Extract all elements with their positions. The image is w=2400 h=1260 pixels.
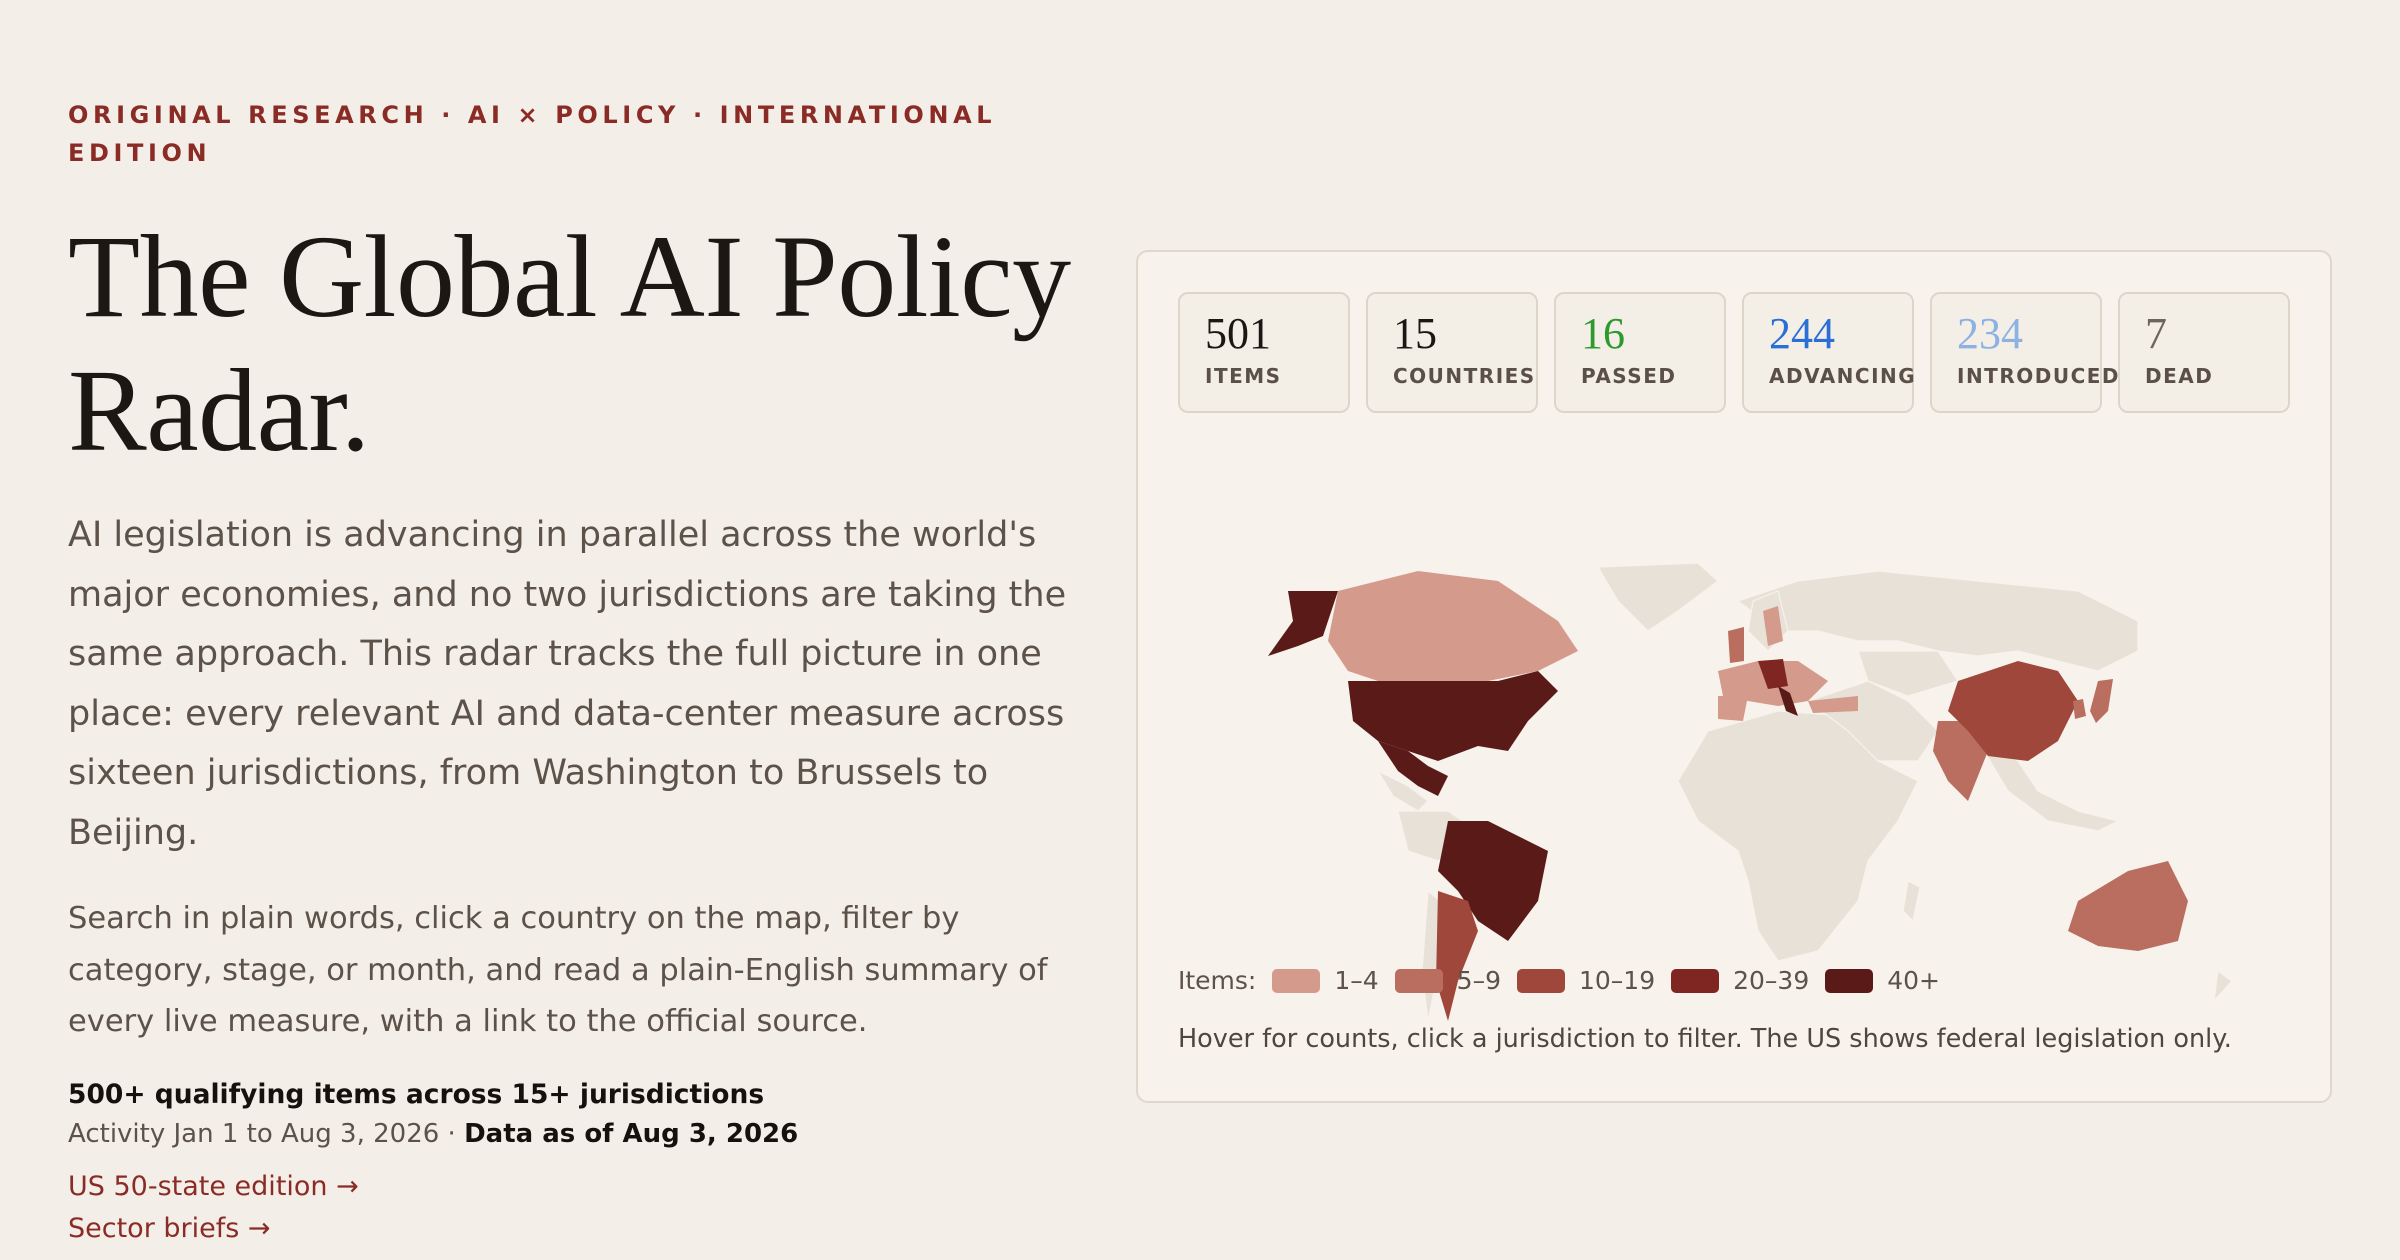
stat-value: 501	[1205, 309, 1271, 358]
legend-swatch	[1825, 968, 1874, 993]
stats-summary: 500+ qualifying items across 15+ jurisdi…	[68, 1078, 765, 1110]
stat-label: ADVANCING	[1769, 364, 1917, 388]
stat-card-items[interactable]: 501 ITEMS	[1178, 292, 1350, 413]
activity-text: Activity Jan 1 to Aug 3, 2026 ·	[68, 1118, 465, 1149]
stat-card-dead[interactable]: 7 DEAD	[2118, 292, 2290, 413]
legend-swatch	[1516, 968, 1565, 993]
legend-label: 10–19	[1578, 966, 1656, 995]
map-note: Hover for counts, click a jurisdiction t…	[1178, 1024, 2232, 1054]
stat-card-countries[interactable]: 15 COUNTRIES	[1366, 292, 1538, 413]
stat-label: INTRODUCED	[1957, 364, 2121, 388]
map-legend: Items: 1–4 5–9 10–19 20–39 40+	[1178, 966, 1940, 995]
activity-range: Activity Jan 1 to Aug 3, 2026 · Data as …	[68, 1114, 1088, 1154]
stat-label: PASSED	[1581, 364, 1677, 388]
stat-card-passed[interactable]: 16 PASSED	[1554, 292, 1726, 413]
map-new-zealand	[2213, 969, 2233, 1003]
stat-value: 15	[1393, 309, 1437, 358]
lede-paragraph: AI legislation is advancing in parallel …	[68, 515, 1067, 853]
map-spain	[1718, 696, 1748, 721]
legend-swatch	[1671, 968, 1720, 993]
stat-cards: 501 ITEMS 15 COUNTRIES 16 PASSED 244 ADV…	[1178, 292, 2290, 413]
stat-card-introduced[interactable]: 234 INTRODUCED	[1930, 292, 2121, 413]
legend-swatch	[1394, 968, 1443, 993]
map-greenland	[1596, 562, 1719, 632]
instructions-paragraph: Search in plain words, click a country o…	[68, 901, 1048, 1039]
stat-card-advancing[interactable]: 244 ADVANCING	[1742, 292, 1917, 413]
us-state-edition-link[interactable]: US 50-state edition →	[68, 1166, 1088, 1208]
map-australia	[2068, 861, 2188, 951]
sector-briefs-link[interactable]: Sector briefs →	[68, 1208, 1088, 1250]
stat-value: 244	[1769, 309, 1835, 358]
map-uk	[1728, 627, 1744, 663]
stat-label: DEAD	[2145, 364, 2214, 388]
hero-section: ORIGINAL RESEARCH · AI × POLICY · INTERN…	[68, 96, 1088, 1250]
legend-swatch	[1272, 968, 1321, 993]
map-canada	[1328, 571, 1578, 681]
legend-item: 20–39	[1671, 966, 1809, 995]
stat-value: 16	[1581, 309, 1625, 358]
map-madagascar	[1902, 880, 1921, 923]
page-title: The Global AI Policy Radar.	[68, 211, 1071, 476]
kicker: ORIGINAL RESEARCH · AI × POLICY · INTERN…	[68, 101, 997, 167]
radar-panel: 501 ITEMS 15 COUNTRIES 16 PASSED 244 ADV…	[1136, 250, 2332, 1103]
stat-label: ITEMS	[1205, 364, 1282, 388]
stat-value: 234	[1957, 309, 2023, 358]
legend-title: Items:	[1178, 966, 1257, 995]
legend-label: 40+	[1887, 966, 1940, 995]
legend-label: 20–39	[1733, 966, 1810, 995]
map-alaska	[1268, 591, 1338, 656]
data-as-of: Data as of Aug 3, 2026	[464, 1118, 799, 1149]
edition-links: US 50-state edition → Sector briefs →	[68, 1166, 1088, 1250]
legend-item: 10–19	[1516, 966, 1656, 995]
stat-label: COUNTRIES	[1393, 364, 1536, 388]
map-usa	[1348, 671, 1558, 761]
legend-item: 40+	[1825, 966, 1940, 995]
map-japan	[2090, 679, 2113, 723]
legend-item: 5–9	[1394, 966, 1501, 995]
world-map	[1268, 562, 2233, 1022]
stat-value: 7	[2145, 309, 2167, 358]
legend-label: 1–4	[1334, 966, 1379, 995]
legend-label: 5–9	[1456, 966, 1501, 995]
legend-item: 1–4	[1272, 966, 1379, 995]
map-korea	[2073, 699, 2086, 719]
